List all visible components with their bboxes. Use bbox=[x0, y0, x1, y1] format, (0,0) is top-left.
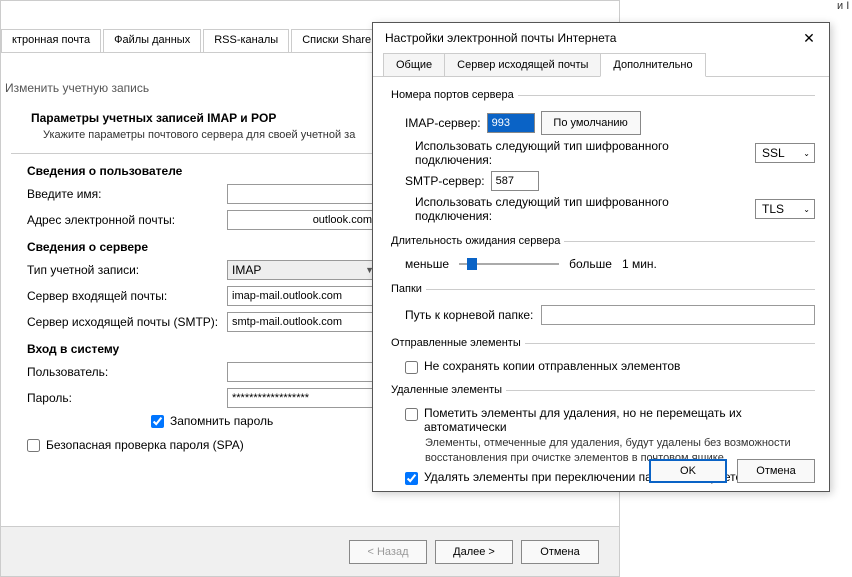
slider-thumb[interactable] bbox=[467, 258, 477, 270]
tab-advanced[interactable]: Дополнительно bbox=[600, 53, 705, 77]
timeout-value: 1 мин. bbox=[622, 257, 657, 271]
smtp-port-label: SMTP-сервер: bbox=[405, 174, 485, 188]
outgoing-encryption-label: Использовать следующий тип шифрованного … bbox=[415, 195, 749, 223]
incoming-encryption-label: Использовать следующий тип шифрованного … bbox=[415, 139, 749, 167]
ports-legend: Номера портов сервера bbox=[387, 89, 518, 101]
root-path-label: Путь к корневой папке: bbox=[405, 308, 533, 322]
timeout-legend: Длительность ожидания сервера bbox=[387, 235, 564, 247]
dialog-title: Настройки электронной почты Интернета bbox=[385, 31, 616, 45]
ports-fieldset: Номера портов сервера IMAP-сервер: По ум… bbox=[387, 89, 815, 231]
sent-legend: Отправленные элементы bbox=[387, 337, 525, 349]
tab-email[interactable]: ктронная почта bbox=[1, 29, 101, 52]
next-button[interactable]: Далее > bbox=[435, 540, 513, 564]
outgoing-label: Сервер исходящей почты (SMTP): bbox=[27, 315, 227, 329]
mark-delete-label: Пометить элементы для удаления, но не пе… bbox=[424, 406, 815, 434]
timeout-slider[interactable] bbox=[459, 263, 559, 265]
remember-password-label: Запомнить пароль bbox=[170, 414, 273, 428]
default-port-button[interactable]: По умолчанию bbox=[541, 111, 641, 135]
email-label: Адрес электронной почты: bbox=[27, 213, 227, 227]
outgoing-input[interactable] bbox=[227, 312, 377, 332]
timeout-more-label: больше bbox=[569, 257, 612, 271]
user-input[interactable] bbox=[227, 362, 377, 382]
name-label: Введите имя: bbox=[27, 187, 227, 201]
pass-label: Пароль: bbox=[27, 391, 227, 405]
tab-outgoing-server[interactable]: Сервер исходящей почты bbox=[444, 53, 601, 76]
deleted-legend: Удаленные элементы bbox=[387, 384, 506, 396]
timeout-less-label: меньше bbox=[405, 257, 449, 271]
user-label: Пользователь: bbox=[27, 365, 227, 379]
smtp-port-input[interactable] bbox=[491, 171, 539, 191]
spa-checkbox[interactable] bbox=[27, 439, 40, 452]
folders-legend: Папки bbox=[387, 283, 426, 295]
inner-dialog-title: Изменить учетную запись bbox=[5, 81, 149, 95]
mark-delete-checkbox[interactable] bbox=[405, 408, 418, 421]
tab-general[interactable]: Общие bbox=[383, 53, 445, 76]
root-path-input[interactable] bbox=[541, 305, 815, 325]
tab-rss[interactable]: RSS-каналы bbox=[203, 29, 289, 52]
incoming-encryption-select[interactable]: SSL⌄ bbox=[755, 143, 815, 163]
ok-button[interactable]: OK bbox=[649, 459, 727, 483]
incoming-input[interactable] bbox=[227, 286, 377, 306]
settings-tabstrip: Общие Сервер исходящей почты Дополнитель… bbox=[373, 53, 829, 76]
cancel-button[interactable]: Отмена bbox=[521, 540, 599, 564]
timeout-fieldset: Длительность ожидания сервера меньше бол… bbox=[387, 235, 815, 279]
no-save-sent-checkbox[interactable] bbox=[405, 361, 418, 374]
tab-data-files[interactable]: Файлы данных bbox=[103, 29, 201, 52]
chevron-down-icon: ⌄ bbox=[803, 205, 810, 214]
remember-password-checkbox[interactable] bbox=[151, 415, 164, 428]
sent-fieldset: Отправленные элементы Не сохранять копии… bbox=[387, 337, 815, 380]
account-type-select: IMAP▼ bbox=[227, 260, 377, 280]
account-type-label: Тип учетной записи: bbox=[27, 263, 227, 277]
cancel-button-2[interactable]: Отмена bbox=[737, 459, 815, 483]
name-input[interactable] bbox=[227, 184, 377, 204]
folders-fieldset: Папки Путь к корневой папке: bbox=[387, 283, 815, 333]
truncated-right: и I bbox=[837, 0, 852, 20]
email-input[interactable] bbox=[227, 210, 377, 230]
close-icon[interactable]: ✕ bbox=[797, 26, 821, 50]
imap-port-input[interactable] bbox=[487, 113, 535, 133]
no-save-sent-label: Не сохранять копии отправленных элементо… bbox=[424, 359, 680, 373]
incoming-label: Сервер входящей почты: bbox=[27, 289, 227, 303]
pass-input[interactable] bbox=[227, 388, 377, 408]
purge-on-switch-checkbox[interactable] bbox=[405, 472, 418, 485]
wizard-footer: < Назад Далее > Отмена bbox=[1, 526, 619, 576]
imap-port-label: IMAP-сервер: bbox=[405, 116, 481, 130]
internet-email-settings-dialog: Настройки электронной почты Интернета ✕ … bbox=[372, 22, 830, 492]
back-button: < Назад bbox=[349, 540, 427, 564]
spa-label: Безопасная проверка пароля (SPA) bbox=[46, 438, 244, 452]
outgoing-encryption-select[interactable]: TLS⌄ bbox=[755, 199, 815, 219]
chevron-down-icon: ⌄ bbox=[803, 149, 810, 158]
